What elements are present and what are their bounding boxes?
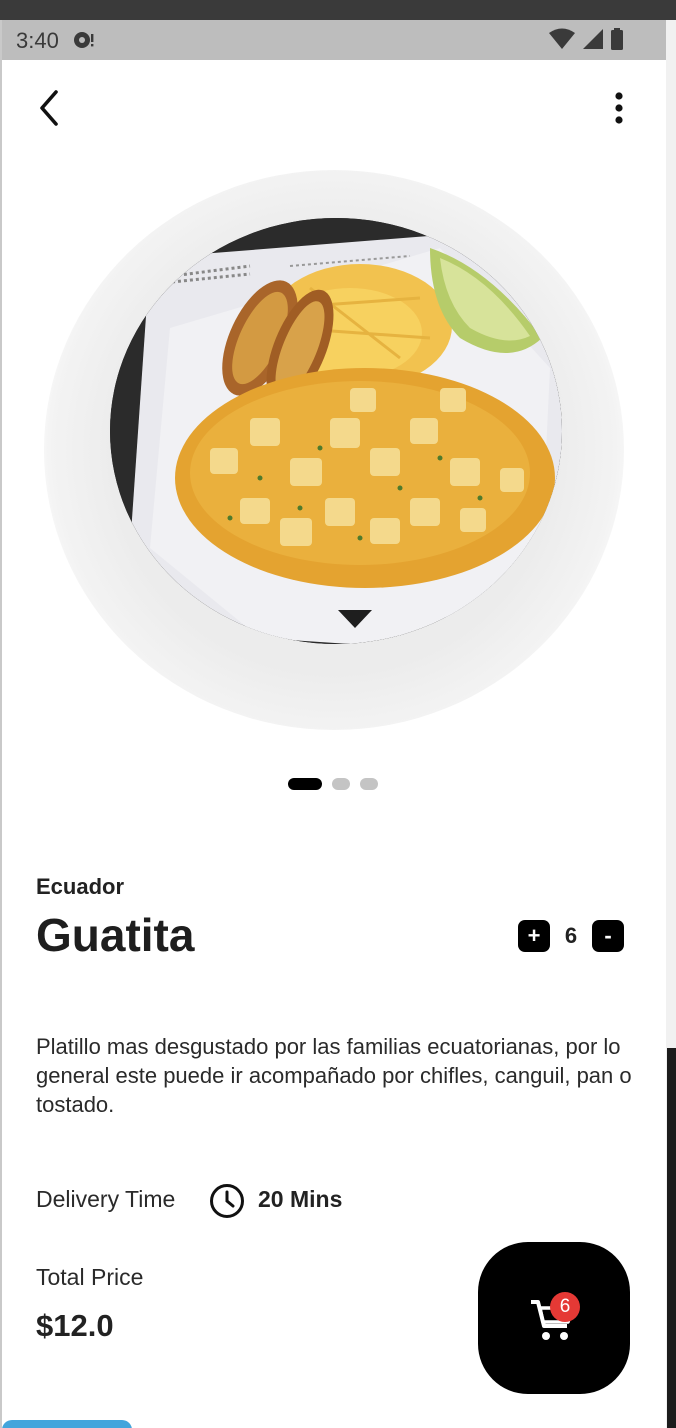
notification-icon — [72, 29, 96, 56]
window-right-dark-edge — [667, 1048, 676, 1428]
more-vert-icon — [615, 92, 623, 124]
system-icons — [548, 28, 624, 50]
status-time: 3:40 — [16, 28, 59, 53]
increment-button[interactable]: + — [518, 920, 550, 952]
more-options-button[interactable] — [602, 88, 636, 128]
quantity-stepper: + 6 - — [518, 920, 624, 952]
carousel-dot-1[interactable] — [288, 778, 322, 790]
product-description: Platillo mas desgustado por las familias… — [36, 1034, 632, 1117]
battery-icon — [611, 28, 623, 50]
dish-image[interactable] — [110, 218, 562, 644]
window-top-strip — [0, 0, 676, 20]
bottom-element-peek — [2, 1420, 132, 1428]
total-price-value: $12.0 — [36, 1308, 114, 1343]
status-bar: 3:40 — [2, 20, 666, 60]
wifi-icon — [549, 28, 575, 49]
decrement-button[interactable]: - — [592, 920, 624, 952]
guatita-dish-illustration — [110, 218, 562, 644]
signal-icon — [583, 29, 603, 49]
quantity-value: 6 — [564, 923, 578, 948]
product-title: Guatita — [36, 909, 195, 961]
cart-button[interactable]: 6 — [478, 1242, 630, 1394]
product-origin: Ecuador — [36, 874, 125, 899]
carousel-indicator — [288, 778, 378, 790]
carousel-dot-2[interactable] — [332, 778, 350, 790]
phone-screen: 3:40 Ecuador Guatita + 6 - Platillo mas … — [2, 20, 666, 1428]
total-price-label: Total Price — [36, 1264, 144, 1290]
arrow-back-icon — [40, 90, 58, 126]
back-button[interactable] — [32, 86, 72, 130]
clock-icon — [208, 1182, 246, 1225]
cart-badge: 6 — [550, 1292, 580, 1322]
carousel-dot-3[interactable] — [360, 778, 378, 790]
delivery-time-label: Delivery Time — [36, 1186, 176, 1212]
delivery-time-value: 20 Mins — [258, 1186, 343, 1212]
